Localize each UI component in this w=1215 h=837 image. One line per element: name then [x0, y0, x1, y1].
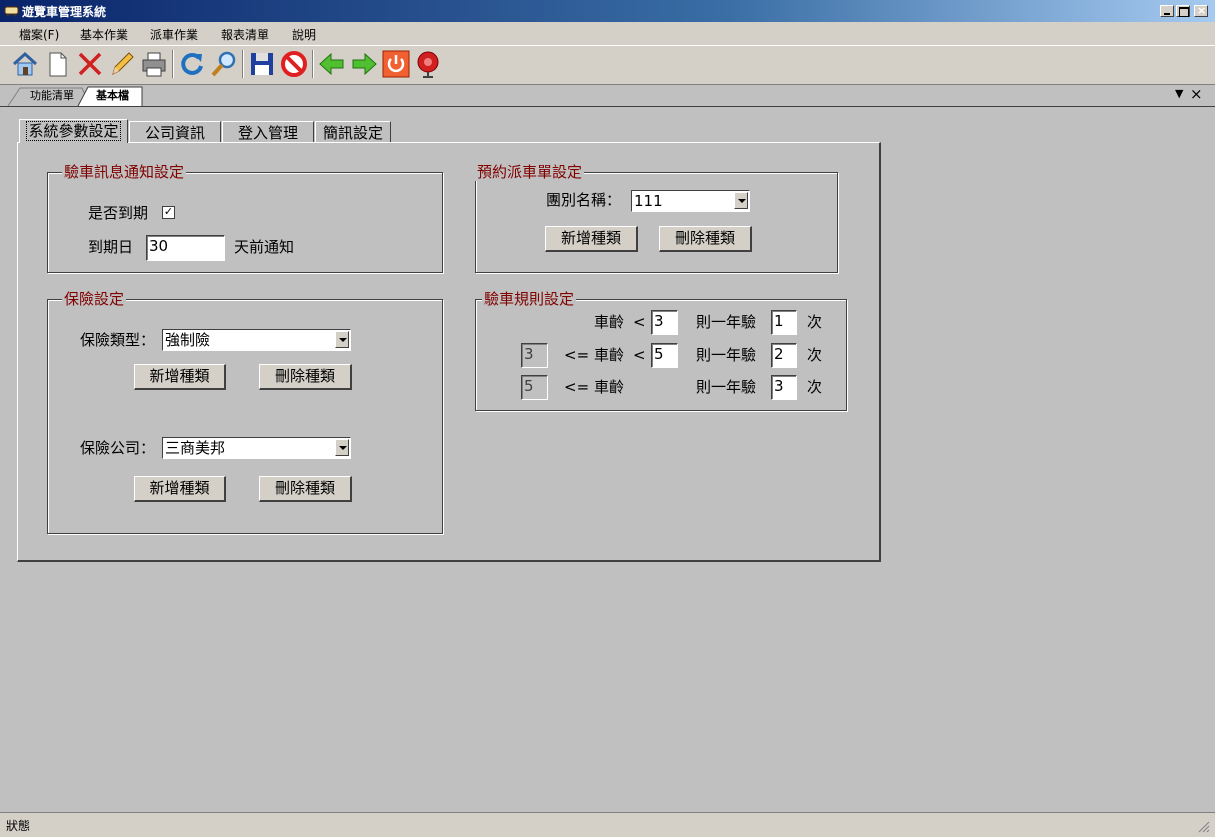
remove-insurance-type-button[interactable]: 刪除種類 — [259, 364, 352, 390]
days-label: 到期日 — [88, 238, 134, 256]
select-value: 三商美邦 — [165, 439, 226, 457]
inspection-notice-group: 驗車訊息通知設定 是否到期 ✓ 到期日 30 天前通知 — [47, 163, 443, 273]
days-suffix: 天前通知 — [234, 238, 295, 256]
power-icon[interactable] — [381, 49, 411, 79]
chevron-down-icon[interactable] — [335, 331, 349, 348]
rule-1-age-max[interactable]: 3 — [651, 310, 678, 335]
menu-file[interactable]: 檔案(F) — [19, 26, 59, 43]
menu-basic-operations[interactable]: 基本作業 — [80, 26, 128, 43]
insurance-company-label: 保險公司： — [80, 439, 156, 457]
save-icon[interactable] — [247, 49, 277, 79]
insurance-type-select[interactable]: 強制險 — [162, 329, 351, 351]
app-bus-icon — [4, 6, 19, 17]
less-than-label: < — [633, 313, 646, 331]
cancel-icon[interactable] — [279, 49, 309, 79]
expire-label: 是否到期 — [88, 204, 149, 222]
rule-3-count[interactable]: 3 — [771, 375, 797, 400]
inspection-rules-group: 驗車規則設定 車齡 < 3 則一年驗 1 次 3 <= 車齡 < 5 則一年驗 … — [475, 290, 847, 411]
rule-2-age-max[interactable]: 5 — [651, 343, 678, 368]
rule-2-age-min: 3 — [521, 343, 548, 368]
document-tab-strip: 功能清單 基本檔 ▼ × — [0, 85, 1215, 107]
tab-label: 公司資訊 — [144, 124, 205, 142]
forward-arrow-icon[interactable] — [349, 49, 379, 79]
delete-icon[interactable] — [75, 49, 105, 79]
tab-sms-settings[interactable]: 簡訊設定 — [315, 121, 391, 143]
rule-2-count[interactable]: 2 — [771, 343, 797, 368]
insurance-group: 保險設定 保險類型： 強制險 新增種類 刪除種類 保險公司： 三商美邦 新增種類… — [47, 290, 443, 534]
edit-pencil-icon[interactable] — [107, 49, 137, 79]
tab-login-management[interactable]: 登入管理 — [222, 121, 314, 143]
tab-company-info[interactable]: 公司資訊 — [129, 121, 221, 143]
less-equal-label: <= — [564, 378, 590, 396]
back-arrow-icon[interactable] — [317, 49, 347, 79]
chevron-down-icon[interactable] — [734, 192, 748, 209]
resize-grip-icon[interactable] — [1198, 821, 1210, 833]
vehicle-age-label: 車齡 — [594, 313, 625, 331]
close-window-button[interactable]: × — [1194, 4, 1208, 17]
close-tab-icon[interactable]: × — [1190, 85, 1203, 103]
vehicle-age-label: 車齡 — [594, 378, 625, 396]
tab-label: 系統參數設定 — [26, 121, 121, 141]
menu-bar: 檔案(F) 基本作業 派車作業 報表清單 說明 — [0, 22, 1215, 46]
group-title: 驗車規則設定 — [482, 290, 577, 308]
insurance-company-select[interactable]: 三商美邦 — [162, 437, 351, 459]
less-equal-label: <= — [564, 346, 590, 364]
select-value: 111 — [634, 192, 663, 210]
chevron-down-icon[interactable] — [335, 439, 349, 456]
new-document-icon[interactable] — [42, 49, 72, 79]
vehicle-age-label: 車齡 — [594, 346, 625, 364]
title-bar: 遊覽車管理系統 × — [0, 0, 1215, 22]
status-bar: 狀態 — [0, 812, 1215, 837]
per-year-label: 則一年驗 — [696, 346, 757, 364]
tab-label: 登入管理 — [237, 124, 298, 142]
minimize-button[interactable] — [1160, 5, 1174, 17]
search-icon[interactable] — [209, 49, 239, 79]
remove-company-button[interactable]: 刪除種類 — [259, 476, 352, 502]
add-company-button[interactable]: 新增種類 — [134, 476, 226, 502]
refresh-icon[interactable] — [177, 49, 207, 79]
select-value: 強制險 — [165, 331, 211, 349]
times-label: 次 — [807, 346, 823, 364]
window-title: 遊覽車管理系統 — [22, 5, 107, 19]
insurance-type-label: 保險類型： — [80, 331, 156, 349]
home-icon[interactable] — [10, 49, 40, 79]
expire-checkbox[interactable]: ✓ — [162, 206, 175, 219]
tab-label: 簡訊設定 — [322, 124, 383, 142]
per-year-label: 則一年驗 — [696, 313, 757, 331]
group-name-select[interactable]: 111 — [631, 190, 750, 212]
group-title: 保險設定 — [62, 290, 127, 308]
maximize-button[interactable] — [1176, 5, 1190, 17]
menu-reports[interactable]: 報表清單 — [221, 26, 269, 43]
times-label: 次 — [807, 313, 823, 331]
reservation-group: 預約派車單設定 團別名稱： 111 新增種類 刪除種類 — [475, 163, 838, 273]
menu-dispatch[interactable]: 派車作業 — [150, 26, 198, 43]
group-name-label: 團別名稱： — [546, 191, 622, 209]
less-than-label: < — [633, 346, 646, 364]
rule-3-age-min: 5 — [521, 375, 548, 400]
menu-help[interactable]: 說明 — [292, 26, 316, 43]
add-insurance-type-button[interactable]: 新增種類 — [134, 364, 226, 390]
group-title: 預約派車單設定 — [475, 163, 585, 181]
group-title: 驗車訊息通知設定 — [62, 163, 187, 181]
remove-type-button[interactable]: 刪除種類 — [659, 226, 752, 252]
per-year-label: 則一年驗 — [696, 378, 757, 396]
rule-1-count[interactable]: 1 — [771, 310, 797, 335]
doc-tab-basic-data[interactable]: 基本檔 — [90, 87, 135, 106]
days-input[interactable]: 30 — [146, 235, 225, 261]
tab-dropdown-icon[interactable]: ▼ — [1175, 87, 1183, 100]
add-type-button[interactable]: 新增種類 — [545, 226, 638, 252]
doc-tab-function-list[interactable]: 功能清單 — [24, 87, 80, 106]
times-label: 次 — [807, 378, 823, 396]
print-icon[interactable] — [139, 49, 169, 79]
tab-system-parameters[interactable]: 系統參數設定 — [19, 119, 128, 143]
alarm-bell-icon[interactable] — [413, 49, 443, 79]
toolbar — [0, 46, 1215, 85]
status-text: 狀態 — [6, 819, 31, 833]
